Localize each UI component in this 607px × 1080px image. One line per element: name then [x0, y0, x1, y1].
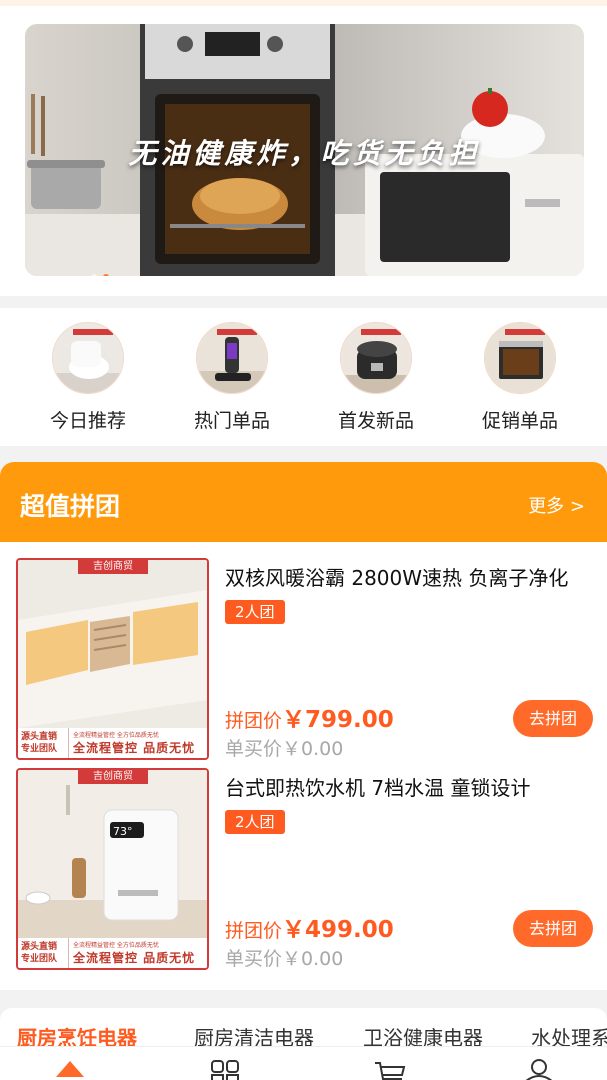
single-price-label: 单买价 [225, 948, 283, 970]
group-buy-header: 超值拼团 更多 > [0, 462, 607, 542]
single-price: 单买价￥0.00 [225, 734, 343, 761]
group-price-value: ￥799.00 [282, 707, 394, 733]
image-guarantee-strip: 源头直销 专业团队 全流程精益管控 全方位品质无忧 全流程管控 品质无忧 [18, 728, 207, 758]
category-label: 促销单品 [481, 410, 558, 432]
join-group-button[interactable]: 去拼团 [513, 910, 593, 947]
banner-headline: 无油健康炸，吃货无负担 [128, 137, 481, 170]
promo-banner[interactable]: 无油健康炸，吃货无负担 [25, 24, 584, 276]
vacuum-cleaner-icon [196, 322, 268, 394]
user-icon[interactable] [521, 1055, 561, 1080]
group-price: 拼团价￥499.00 [225, 910, 394, 944]
single-price: 单买价￥0.00 [225, 944, 343, 971]
product-image[interactable]: 吉创商贸 源头直销 专业团队 全流程精益管控 全方位品质无忧 全流程管控 品质无… [16, 558, 209, 760]
cart-icon[interactable] [372, 1055, 412, 1080]
category-grid-icon[interactable] [208, 1055, 248, 1080]
tab-kitchen-cooking[interactable]: 厨房烹饪电器 [17, 1022, 137, 1048]
pagination-dot[interactable] [91, 274, 97, 276]
group-buy-panel: 超值拼团 更多 > 吉创商贸 源头直销 专业团队 全流程精益管控 全方位品质无忧… [0, 462, 607, 990]
image-strip-right: 全流程精益管控 全方位品质无忧 全流程管控 品质无忧 [68, 728, 207, 758]
bottom-nav [0, 1046, 607, 1080]
image-strip-main: 全流程管控 品质无忧 [73, 741, 196, 755]
image-strip-left: 源头直销 专业团队 [21, 732, 58, 754]
smart-toilet-icon [52, 322, 124, 394]
pressure-cooker-icon [340, 322, 412, 394]
category-label: 今日推荐 [49, 410, 126, 432]
category-shortcuts: 今日推荐 热门单品 首发新品 促销单品 [0, 308, 607, 446]
category-label: 热门单品 [193, 410, 270, 432]
join-group-button[interactable]: 去拼团 [513, 700, 593, 737]
group-size-badge: 2人团 [225, 810, 285, 834]
image-guarantee-strip: 源头直销 专业团队 全流程精益管控 全方位品质无忧 全流程管控 品质无忧 [18, 938, 207, 968]
home-icon[interactable] [52, 1055, 92, 1080]
dispenser-temperature-readout: 73° [113, 825, 133, 838]
group-price-value: ￥499.00 [282, 917, 394, 943]
category-hot-items[interactable]: 热门单品 [177, 322, 287, 433]
category-label: 首发新品 [337, 410, 414, 432]
group-size-badge: 2人团 [225, 600, 285, 624]
image-brand-tag: 吉创商贸 [78, 770, 148, 784]
image-brand-tag: 吉创商贸 [78, 560, 148, 574]
tab-kitchen-cleaning[interactable]: 厨房清洁电器 [194, 1022, 314, 1048]
group-price-label: 拼团价 [225, 710, 283, 732]
pagination-dot-active[interactable] [103, 274, 109, 276]
product-image[interactable]: 73° 吉创商贸 源头直销 专业团队 全流程精益管控 全方位品质无忧 全流程管控… [16, 768, 209, 970]
more-link[interactable]: 更多 > [528, 492, 585, 518]
image-strip-sub: 全流程精益管控 全方位品质无忧 [73, 942, 159, 949]
banner-pagination [91, 274, 109, 276]
tab-water-treatment[interactable]: 水处理系 [531, 1022, 607, 1048]
built-in-oven-icon [484, 322, 556, 394]
single-price-value: ￥0.00 [282, 948, 344, 970]
top-strip [0, 0, 607, 6]
image-strip-main: 全流程管控 品质无忧 [73, 951, 196, 965]
single-price-value: ￥0.00 [282, 738, 344, 760]
group-price: 拼团价￥799.00 [225, 700, 394, 734]
bath-heater-icon [18, 560, 207, 728]
product-title[interactable]: 双核风暖浴霸 2800W速热 负离子净化 [225, 562, 595, 591]
category-promo-items[interactable]: 促销单品 [465, 322, 575, 433]
image-strip-left: 源头直销 专业团队 [21, 942, 58, 964]
group-buy-item[interactable]: 吉创商贸 源头直销 专业团队 全流程精益管控 全方位品质无忧 全流程管控 品质无… [0, 558, 607, 764]
category-new-arrivals[interactable]: 首发新品 [321, 322, 431, 433]
image-strip-right: 全流程精益管控 全方位品质无忧 全流程管控 品质无忧 [68, 938, 207, 968]
water-dispenser-icon: 73° [18, 770, 207, 938]
tab-bathroom-health[interactable]: 卫浴健康电器 [363, 1022, 483, 1048]
group-buy-title: 超值拼团 [20, 492, 121, 521]
single-price-label: 单买价 [225, 738, 283, 760]
product-title[interactable]: 台式即热饮水机 7档水温 童锁设计 [225, 772, 595, 801]
category-today-recommend[interactable]: 今日推荐 [33, 322, 143, 433]
banner-section: 无油健康炸，吃货无负担 [0, 0, 607, 296]
image-strip-sub: 全流程精益管控 全方位品质无忧 [73, 732, 159, 739]
category-tabs: 厨房烹饪电器 厨房清洁电器 卫浴健康电器 水处理系 [0, 1008, 607, 1048]
group-buy-item[interactable]: 73° 吉创商贸 源头直销 专业团队 全流程精益管控 全方位品质无忧 全流程管控… [0, 768, 607, 974]
group-price-label: 拼团价 [225, 920, 283, 942]
